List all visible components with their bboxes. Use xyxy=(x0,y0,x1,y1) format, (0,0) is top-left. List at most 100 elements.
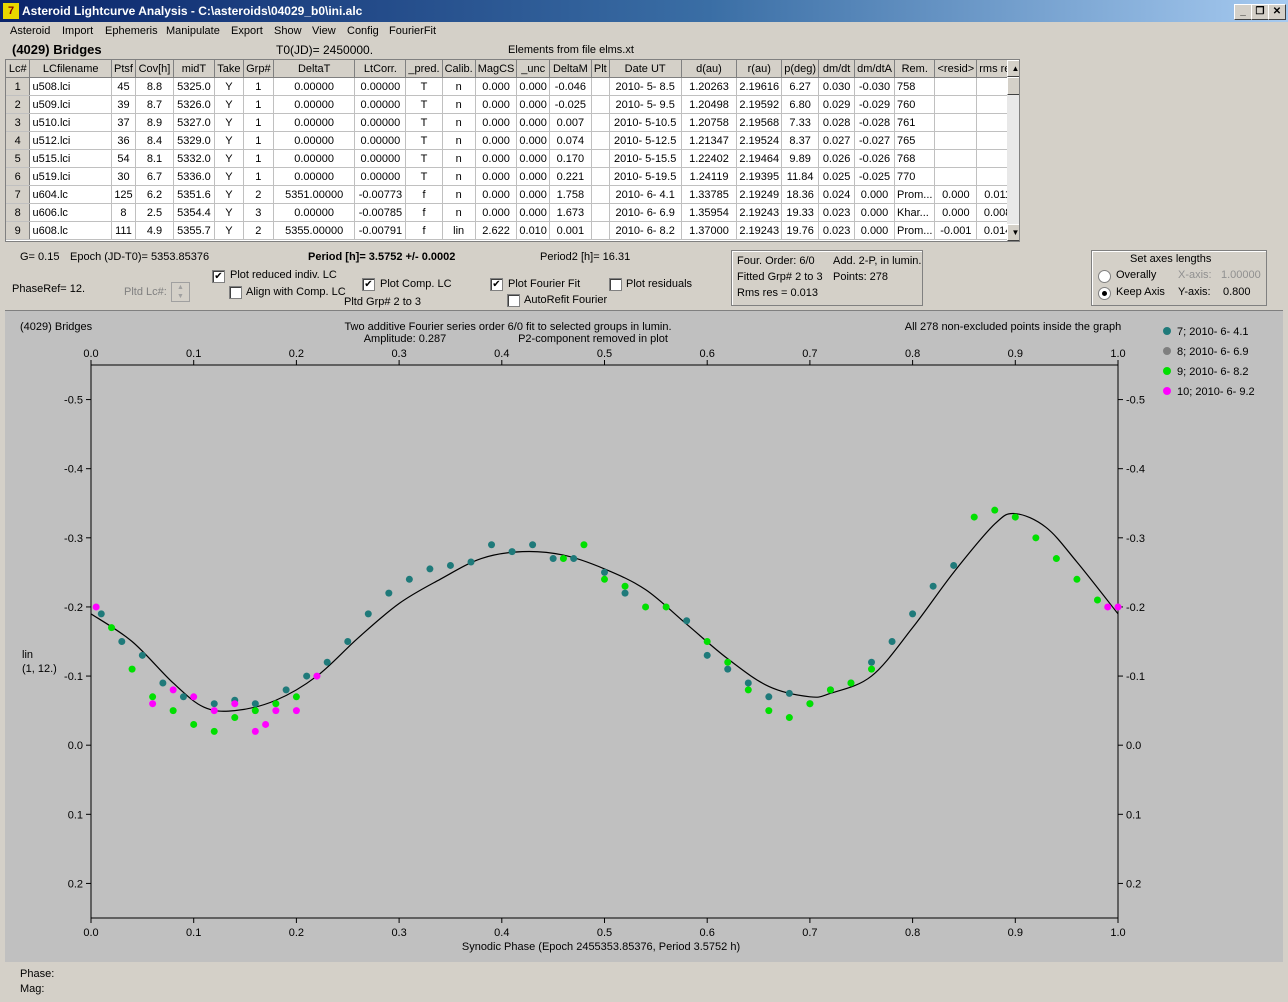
table-cell[interactable]: 7 xyxy=(6,185,31,204)
table-cell[interactable]: 1.20263 xyxy=(681,77,738,96)
table-cell[interactable]: 1.33785 xyxy=(681,185,738,204)
table-cell[interactable]: 0.000 xyxy=(854,221,896,240)
column-header[interactable]: r(au) xyxy=(736,60,783,78)
menu-asteroid[interactable]: Asteroid xyxy=(10,25,50,37)
table-cell[interactable]: Khar... xyxy=(894,203,936,222)
column-header[interactable]: dm/dtA xyxy=(854,60,896,78)
menu-export[interactable]: Export xyxy=(231,25,263,37)
table-cell[interactable]: f xyxy=(405,185,443,204)
table-cell[interactable]: 0.000 xyxy=(475,113,518,132)
table-cell[interactable]: T xyxy=(405,149,443,168)
table-cell[interactable]: 5351.6 xyxy=(173,185,215,204)
table-cell[interactable]: 111 xyxy=(111,221,136,240)
table-cell[interactable]: 11.84 xyxy=(781,167,820,186)
table-cell[interactable]: 0.001 xyxy=(549,221,592,240)
table-cell[interactable]: 54 xyxy=(111,149,136,168)
menu-config[interactable]: Config xyxy=(347,25,379,37)
table-cell[interactable]: 2.19592 xyxy=(736,95,783,114)
table-cell[interactable]: 0.029 xyxy=(818,95,856,114)
x-axis-value[interactable]: 1.00000 xyxy=(1221,269,1261,281)
table-cell[interactable]: Y xyxy=(214,149,244,168)
table-cell[interactable]: 1.24119 xyxy=(681,167,738,186)
table-cell[interactable]: 19.76 xyxy=(781,221,820,240)
table-cell[interactable]: 8.4 xyxy=(135,131,174,150)
table-cell[interactable]: 1 xyxy=(243,149,274,168)
table-cell[interactable]: u606.lc xyxy=(29,203,112,222)
table-cell[interactable]: 0.000 xyxy=(475,167,518,186)
column-header[interactable]: Rem. xyxy=(894,60,936,78)
menu-show[interactable]: Show xyxy=(274,25,302,37)
table-cell[interactable]: 0.025 xyxy=(818,167,856,186)
table-cell[interactable]: 2.19464 xyxy=(736,149,783,168)
table-cell[interactable]: n xyxy=(442,131,476,150)
column-header[interactable]: Lc# xyxy=(6,60,31,78)
table-cell[interactable]: Y xyxy=(214,95,244,114)
table-cell[interactable]: 1 xyxy=(6,77,31,96)
table-cell[interactable]: 0.027 xyxy=(818,131,856,150)
table-cell[interactable]: -0.046 xyxy=(549,77,592,96)
column-header[interactable]: midT xyxy=(173,60,215,78)
table-cell[interactable] xyxy=(591,185,610,204)
table-cell[interactable] xyxy=(591,95,610,114)
column-header[interactable]: Take xyxy=(214,60,244,78)
table-row[interactable]: 3 u510.lci 37 8.9 5327.0 Y 1 0.00000 0.00000 Tn 0.… xyxy=(6,113,1019,132)
table-cell[interactable]: 2.19395 xyxy=(736,167,783,186)
table-cell[interactable]: Y xyxy=(214,203,244,222)
table-cell[interactable]: Prom... xyxy=(894,185,936,204)
column-header[interactable]: Date UT xyxy=(609,60,682,78)
table-cell[interactable]: 2 xyxy=(243,221,274,240)
plot-residuals-checkbox[interactable] xyxy=(609,278,622,291)
table-cell[interactable]: 761 xyxy=(894,113,936,132)
minimize-button[interactable]: _ xyxy=(1234,4,1252,20)
table-cell[interactable]: 0.000 xyxy=(475,77,518,96)
table-cell[interactable]: n xyxy=(442,167,476,186)
table-cell[interactable]: n xyxy=(442,95,476,114)
table-cell[interactable]: 8 xyxy=(6,203,31,222)
table-cell[interactable]: 19.33 xyxy=(781,203,820,222)
table-cell[interactable]: 0.221 xyxy=(549,167,592,186)
keep-axis-radio[interactable] xyxy=(1098,287,1111,300)
close-button[interactable]: ✕ xyxy=(1268,4,1286,20)
lightcurve-plot-area[interactable]: 0.0 0.0 0.1 0.1 0.2 0.2 0.3 0.3 0.4 0.4 0.5 0.5 0.6 0… xyxy=(5,310,1283,962)
table-cell[interactable]: -0.026 xyxy=(854,149,896,168)
column-header[interactable]: Cov[h] xyxy=(135,60,174,78)
table-cell[interactable]: 2010- 6- 4.1 xyxy=(609,185,682,204)
scroll-up-button[interactable]: ▲ xyxy=(1007,60,1019,77)
table-cell[interactable]: 0.000 xyxy=(516,203,550,222)
table-cell[interactable]: 0.010 xyxy=(516,221,550,240)
table-cell[interactable]: 2.19568 xyxy=(736,113,783,132)
table-cell[interactable]: 768 xyxy=(894,149,936,168)
table-cell[interactable]: 2010- 5-12.5 xyxy=(609,131,682,150)
table-cell[interactable]: 8.8 xyxy=(135,77,174,96)
table-row[interactable]: 1 u508.lci 45 8.8 5325.0 Y 1 0.00000 0.00000 Tn 0.… xyxy=(6,77,1019,96)
table-cell[interactable]: 5354.4 xyxy=(173,203,215,222)
table-cell[interactable]: 0.00000 xyxy=(273,167,356,186)
column-header[interactable]: Plt xyxy=(591,60,610,78)
table-cell[interactable]: 125 xyxy=(111,185,136,204)
table-cell[interactable]: 0.000 xyxy=(475,185,518,204)
table-cell[interactable]: 2.19243 xyxy=(736,221,783,240)
table-cell[interactable]: 0.000 xyxy=(475,95,518,114)
table-cell[interactable]: 8.37 xyxy=(781,131,820,150)
table-cell[interactable] xyxy=(591,149,610,168)
table-cell[interactable] xyxy=(934,113,978,132)
table-cell[interactable]: f xyxy=(405,221,443,240)
table-cell[interactable]: 0.00000 xyxy=(354,95,407,114)
table-cell[interactable]: 0.000 xyxy=(516,149,550,168)
table-cell[interactable]: 2 xyxy=(6,95,31,114)
table-cell[interactable]: 5325.0 xyxy=(173,77,215,96)
table-cell[interactable]: 5 xyxy=(6,149,31,168)
column-header[interactable]: LtCorr. xyxy=(354,60,407,78)
table-cell[interactable]: 5329.0 xyxy=(173,131,215,150)
table-cell[interactable]: 2.19249 xyxy=(736,185,783,204)
menu-view[interactable]: View xyxy=(312,25,336,37)
table-row[interactable]: 4 u512.lci 36 8.4 5329.0 Y 1 0.00000 0.00000 Tn 0.… xyxy=(6,131,1019,150)
table-cell[interactable]: 0.170 xyxy=(549,149,592,168)
table-cell[interactable]: 8.9 xyxy=(135,113,174,132)
table-cell[interactable]: u604.lc xyxy=(29,185,112,204)
autorefit-checkbox[interactable] xyxy=(507,294,520,307)
table-cell[interactable]: 0.00000 xyxy=(273,95,356,114)
column-header[interactable]: Calib. xyxy=(442,60,476,78)
table-cell[interactable]: f xyxy=(405,203,443,222)
column-header[interactable]: d(au) xyxy=(681,60,738,78)
